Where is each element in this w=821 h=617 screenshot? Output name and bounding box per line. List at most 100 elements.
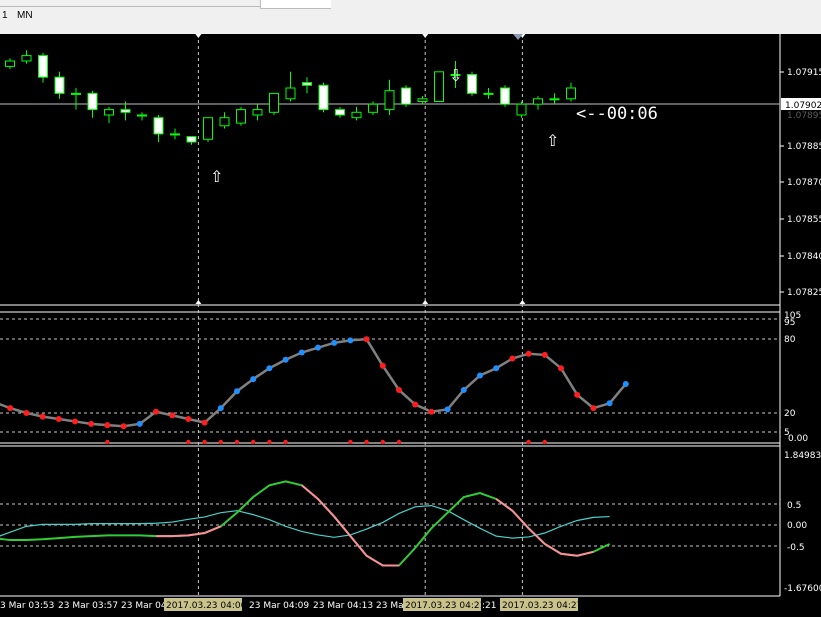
bull-candle: [5, 60, 15, 67]
bull-candle: [236, 109, 246, 124]
osc-axis-label: 0.5: [787, 501, 801, 511]
rsi-baseline-dot: [348, 439, 353, 445]
osc-axis-label: -0.5: [787, 543, 805, 553]
timeframe-button-mn[interactable]: MN: [17, 6, 33, 26]
bear-candle: [38, 55, 48, 78]
up-arrow-icon: ⇧: [546, 131, 559, 150]
bear-candle: [186, 136, 197, 143]
price-label: 1.07870: [787, 178, 821, 188]
candles: [5, 50, 576, 145]
bear-candle: [87, 92, 98, 111]
bear-candle: [153, 117, 164, 135]
marker-triangle-icon: [195, 300, 202, 304]
shift-marker-icon[interactable]: [513, 34, 523, 40]
toolbar-divider: [0, 6, 260, 10]
rsi-dot: [72, 418, 78, 425]
rsi-dot: [379, 362, 386, 369]
time-label: 23 Mar 04: [121, 601, 167, 611]
rsi-dot: [331, 339, 338, 346]
rsi-dot: [460, 386, 467, 393]
down-arrow-icon: ⇩: [449, 66, 462, 85]
bear-candle: [302, 82, 312, 86]
bar-countdown: <--00:06: [576, 104, 658, 124]
osc-main-line: [0, 505, 610, 539]
rsi-dot: [477, 372, 483, 379]
bear-candle: [401, 87, 411, 105]
rsi-indicator: [0, 336, 629, 445]
osc-axis: 1.849838 0.5 0.00 -0.5 -1.67600: [784, 451, 821, 594]
price-chart[interactable]: ⇧ ⇩ ⇧ <--00:06 1.07915 1.07902 1.07895 1…: [0, 34, 821, 617]
osc-signal-down-segment: [495, 498, 594, 557]
rsi-baseline-dot: [380, 439, 385, 445]
price-label: 1.07895: [787, 111, 821, 121]
rsi-axis-label: 95: [784, 318, 795, 328]
bull-candle: [417, 98, 428, 103]
rsi-dot: [444, 406, 451, 413]
time-label: 23 Mar 04:13: [313, 601, 373, 611]
bull-candle: [203, 117, 213, 140]
rsi-baseline-dot: [283, 439, 288, 445]
up-arrow-icon: ⇧: [210, 167, 223, 186]
bull-candle: [21, 55, 32, 62]
bull-candle: [351, 111, 362, 119]
bull-candle: [368, 103, 378, 113]
rsi-dot: [574, 391, 581, 398]
rsi-dot: [590, 405, 597, 412]
bull-candle: [269, 92, 279, 113]
rsi-dot: [201, 419, 208, 426]
bull-candle: [104, 109, 114, 116]
timeframe-button-1[interactable]: 1: [2, 6, 8, 26]
marker-triangle-icon: [422, 34, 429, 38]
rsi-dot: [169, 412, 176, 419]
time-label: 3 Mar 03:53: [0, 601, 54, 611]
rsi-dot: [509, 355, 516, 362]
bear-candle: [500, 87, 510, 105]
rsi-dot: [104, 422, 111, 429]
rsi-dot: [347, 337, 354, 344]
bull-candle: [252, 109, 263, 116]
rsi-dot: [558, 365, 564, 372]
rsi-dot: [153, 408, 159, 415]
price-axis: 1.07915 1.07902 1.07895 1.07885 1.07870 …: [780, 68, 821, 298]
rsi-dot: [282, 356, 289, 363]
rsi-dot: [55, 416, 62, 423]
rsi-dot: [234, 388, 240, 395]
osc-axis-label: -1.67600: [784, 584, 821, 594]
bull-candle: [170, 133, 180, 136]
rsi-axis-label: 80: [784, 335, 796, 345]
rsi-dot: [266, 365, 273, 372]
price-label: 1.07825: [787, 288, 821, 298]
price-label: 1.07885: [787, 142, 821, 152]
rsi-dot: [7, 405, 14, 412]
rsi-dot: [541, 351, 548, 358]
rsi-axis-label: 0.00: [788, 434, 808, 444]
current-price-label: 1.07902: [785, 101, 821, 111]
price-label: 1.07915: [787, 68, 821, 78]
rsi-dot: [493, 365, 500, 372]
rsi-baseline-dot: [396, 439, 402, 445]
rsi-baseline-dot: [364, 439, 369, 445]
rsi-baseline-dot: [251, 439, 256, 445]
rsi-dot: [396, 386, 402, 393]
rsi-dot: [39, 413, 46, 420]
crosshair-time-label: 2017.03.23 04:27: [502, 601, 582, 611]
time-axis: 3 Mar 03:53 23 Mar 03:57 23 Mar 04 2017.…: [0, 598, 582, 611]
oscillator-indicator: [0, 480, 611, 567]
crosshair-time-label: 2017.03.23 04:21: [405, 601, 485, 611]
bear-candle: [318, 84, 329, 111]
rsi-baseline-dot: [542, 439, 547, 445]
toolbar-tab[interactable]: [260, 0, 331, 9]
rsi-axis: 105 95 80 20 5 0.00: [784, 311, 808, 444]
rsi-dot: [412, 401, 419, 408]
bull-candle: [516, 103, 527, 116]
rsi-dot: [606, 400, 613, 407]
bull-candle: [566, 87, 576, 100]
bull-candle: [285, 87, 296, 100]
rsi-dot: [185, 416, 192, 423]
bull-candle: [384, 90, 395, 111]
timeframe-toolbar: 1 MN: [0, 0, 821, 34]
rsi-dot: [136, 420, 143, 427]
bull-candle: [219, 117, 230, 127]
rsi-axis-label: 20: [784, 409, 796, 419]
osc-signal-down-segment: [156, 525, 222, 538]
